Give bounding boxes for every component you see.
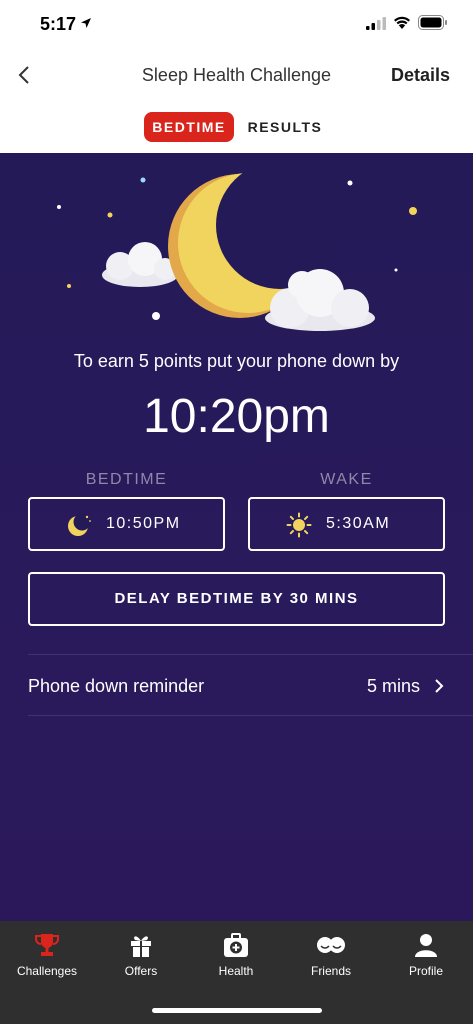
trophy-icon [35,934,59,956]
wake-label: WAKE [320,471,373,488]
bedtime-label: BEDTIME [85,471,168,488]
location-arrow-icon [81,18,91,28]
battery-icon [418,15,447,30]
cloud-left [102,242,178,287]
reminder-value: 5 mins [366,676,420,696]
tab-profile[interactable]: Profile [379,921,473,991]
details-button[interactable]: Details [391,65,450,86]
home-indicator [152,1008,322,1013]
status-bar: 5:17 [0,0,473,50]
signal-icon [366,17,386,30]
wake-value: 5:30AM [326,515,391,532]
earn-points-text: To earn 5 points put your phone down by [73,351,400,371]
tab-offers-label: Offers [124,964,158,978]
phone-down-reminder-row[interactable]: Phone down reminder 5 mins [28,654,473,716]
tab-bedtime[interactable]: BEDTIME [144,112,234,142]
sun-icon [286,512,312,538]
wifi-icon [394,16,410,29]
wake-picker[interactable]: 5:30AM [248,497,445,551]
delay-bedtime-button[interactable]: DELAY BEDTIME BY 30 MINS [28,572,445,626]
segment-tabs: BEDTIME RESULTS [0,112,473,142]
moon-icon [68,513,91,536]
profile-icon [415,934,437,957]
nav-bar: Sleep Health Challenge Details [0,50,473,100]
tab-friends[interactable]: Friends [284,921,378,991]
tab-health-label: Health [218,964,254,978]
tab-health[interactable]: Health [189,921,283,991]
chevron-right-icon [435,679,444,693]
medical-kit-icon [224,933,248,957]
reminder-label: Phone down reminder [28,676,205,696]
tab-challenges[interactable]: Challenges [0,921,94,991]
tab-offers[interactable]: Offers [94,921,188,991]
tab-friends-label: Friends [310,964,351,978]
gift-icon [131,936,151,957]
night-sky-illustration [57,161,417,331]
status-time: 5:17 [40,14,77,34]
tab-profile-label: Profile [408,964,443,978]
bedtime-picker[interactable]: 10:50PM [28,497,225,551]
bedtime-value: 10:50PM [106,515,181,532]
tab-results[interactable]: RESULTS [242,112,328,142]
bedtime-panel: To earn 5 points put your phone down by … [0,153,473,921]
phone-down-time: 10:20pm [143,390,330,443]
tab-challenges-label: Challenges [16,964,78,978]
friends-icon [317,937,345,953]
